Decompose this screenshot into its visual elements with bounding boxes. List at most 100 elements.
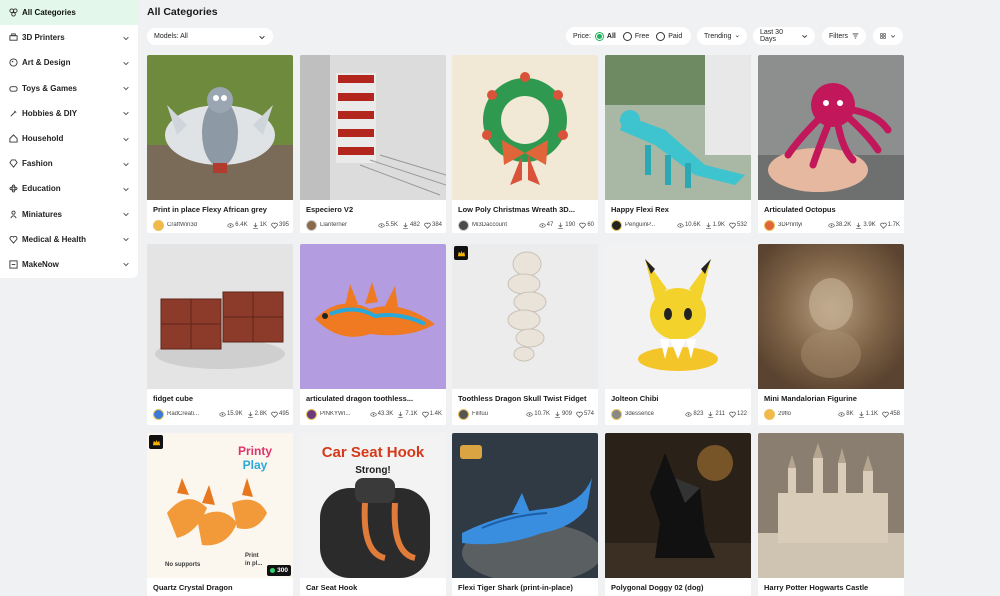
model-card[interactable]: Flexi Tiger Shark (print-in-place) bbox=[452, 433, 598, 596]
model-thumbnail[interactable] bbox=[452, 244, 598, 389]
model-title[interactable]: Especiero V2 bbox=[306, 205, 440, 214]
model-thumbnail[interactable] bbox=[300, 244, 446, 389]
chevron-down-icon[interactable] bbox=[122, 135, 130, 143]
sidebar-item-education[interactable]: Education bbox=[0, 176, 138, 201]
author-name[interactable]: 3DPrintyi bbox=[778, 222, 824, 228]
model-thumbnail[interactable] bbox=[147, 55, 293, 200]
price-option-paid[interactable]: Paid bbox=[656, 31, 682, 41]
sidebar-item-household[interactable]: Household bbox=[0, 126, 138, 151]
sidebar-item-art-design[interactable]: Art & Design bbox=[0, 50, 138, 75]
likes-stat[interactable]: 60 bbox=[579, 222, 594, 229]
model-title[interactable]: Mini Mandalorian Figurine bbox=[764, 394, 898, 403]
sidebar-item-all-categories[interactable]: All Categories bbox=[0, 0, 138, 26]
model-thumbnail[interactable] bbox=[758, 55, 904, 200]
sidebar-item-medical-health[interactable]: Medical & Health bbox=[0, 227, 138, 252]
avatar[interactable] bbox=[306, 219, 317, 231]
model-card[interactable]: fidget cube RadCreati... 15.9K 2.8K 495 bbox=[147, 244, 293, 425]
period-dropdown[interactable]: Last 30 Days bbox=[753, 27, 815, 45]
chevron-down-icon[interactable] bbox=[122, 59, 130, 67]
likes-stat[interactable]: 384 bbox=[424, 222, 442, 229]
model-card[interactable]: Polygonal Doggy 02 (dog) bbox=[605, 433, 751, 596]
models-select[interactable]: Models: All bbox=[147, 28, 273, 45]
likes-stat[interactable]: 1.4K bbox=[421, 411, 442, 418]
likes-stat[interactable]: 458 bbox=[882, 411, 900, 418]
avatar[interactable] bbox=[611, 408, 622, 420]
sidebar-item-fashion[interactable]: Fashion bbox=[0, 151, 138, 176]
model-thumbnail[interactable] bbox=[300, 55, 446, 200]
avatar[interactable] bbox=[764, 408, 775, 420]
author-name[interactable]: PINKYWI... bbox=[320, 411, 366, 417]
model-thumbnail[interactable] bbox=[605, 55, 751, 200]
price-option-all[interactable]: All bbox=[594, 31, 616, 41]
model-title[interactable]: Quartz Crystal Dragon bbox=[153, 583, 287, 592]
sidebar-item-toys-games[interactable]: Toys & Games bbox=[0, 76, 138, 101]
model-title[interactable]: Harry Potter Hogwarts Castle bbox=[764, 583, 898, 592]
model-title[interactable]: Print in place Flexy African grey bbox=[153, 205, 287, 214]
model-title[interactable]: Car Seat Hook bbox=[306, 583, 440, 592]
model-card[interactable]: Jolteon Chibi 3dessence 823 211 122 bbox=[605, 244, 751, 425]
sidebar-item-makenow[interactable]: MakeNow bbox=[0, 252, 138, 277]
model-title[interactable]: Flexi Tiger Shark (print-in-place) bbox=[458, 583, 592, 592]
model-thumbnail[interactable] bbox=[758, 433, 904, 578]
likes-stat[interactable]: 122 bbox=[729, 411, 747, 418]
model-title[interactable]: fidget cube bbox=[153, 394, 287, 403]
avatar[interactable] bbox=[458, 408, 469, 420]
likes-stat[interactable]: 1.7K bbox=[879, 222, 900, 229]
sidebar-item-miniatures[interactable]: Miniatures bbox=[0, 202, 138, 227]
model-card[interactable]: Printy Play No supports Print in pl... 300 Q… bbox=[147, 433, 293, 596]
model-title[interactable]: Toothless Dragon Skull Twist Fidget bbox=[458, 394, 592, 403]
chevron-down-icon[interactable] bbox=[122, 84, 130, 92]
author-name[interactable]: Mi3Daccount bbox=[472, 222, 535, 228]
model-title[interactable]: Polygonal Doggy 02 (dog) bbox=[611, 583, 745, 592]
chevron-down-icon[interactable] bbox=[122, 235, 130, 243]
model-card[interactable]: Low Poly Christmas Wreath 3D... Mi3Dacco… bbox=[452, 55, 598, 233]
likes-stat[interactable]: 532 bbox=[729, 222, 747, 229]
model-thumbnail[interactable] bbox=[605, 433, 751, 578]
chevron-down-icon[interactable] bbox=[122, 109, 130, 117]
model-title[interactable]: Jolteon Chibi bbox=[611, 394, 745, 403]
likes-stat[interactable]: 495 bbox=[271, 411, 289, 418]
author-name[interactable]: PenguinP... bbox=[625, 222, 673, 228]
author-name[interactable]: 29flo bbox=[778, 411, 834, 417]
filters-button[interactable]: Filters bbox=[822, 27, 866, 45]
model-thumbnail[interactable] bbox=[605, 244, 751, 389]
sidebar-item-hobbies-diy[interactable]: Hobbies & DIY bbox=[0, 101, 138, 126]
model-card[interactable]: Harry Potter Hogwarts Castle bbox=[758, 433, 904, 596]
likes-stat[interactable]: 574 bbox=[576, 411, 594, 418]
sidebar-item-3d-printers[interactable]: 3D Printers bbox=[0, 25, 138, 50]
model-title[interactable]: Happy Flexi Rex bbox=[611, 205, 745, 214]
model-title[interactable]: articulated dragon toothless... bbox=[306, 394, 440, 403]
model-thumbnail[interactable] bbox=[452, 55, 598, 200]
author-name[interactable]: 3dessence bbox=[625, 411, 681, 417]
author-name[interactable]: Filifuu bbox=[472, 411, 522, 417]
chevron-down-icon[interactable] bbox=[122, 185, 130, 193]
author-name[interactable]: Llanterner bbox=[320, 222, 374, 228]
model-thumbnail[interactable] bbox=[758, 244, 904, 389]
model-card[interactable]: Especiero V2 Llanterner 5.5K 482 384 bbox=[300, 55, 446, 233]
avatar[interactable] bbox=[306, 408, 317, 420]
model-card[interactable]: Print in place Flexy African grey CraftW… bbox=[147, 55, 293, 233]
avatar[interactable] bbox=[153, 408, 164, 420]
avatar[interactable] bbox=[611, 219, 622, 231]
model-card[interactable]: Happy Flexi Rex PenguinP... 10.6K 1.9K 5… bbox=[605, 55, 751, 233]
model-card[interactable]: Articulated Octopus 3DPrintyi 38.2K 3.9K… bbox=[758, 55, 904, 233]
model-card[interactable]: articulated dragon toothless... PINKYWI.… bbox=[300, 244, 446, 425]
model-title[interactable]: Articulated Octopus bbox=[764, 205, 898, 214]
price-option-free[interactable]: Free bbox=[622, 31, 649, 41]
model-card[interactable]: Car Seat Hook Strong! Car Seat Hook bbox=[300, 433, 446, 596]
chevron-down-icon[interactable] bbox=[122, 160, 130, 168]
model-thumbnail[interactable]: Car Seat Hook Strong! bbox=[300, 433, 446, 578]
likes-stat[interactable]: 395 bbox=[271, 222, 289, 229]
model-card[interactable]: Mini Mandalorian Figurine 29flo 8K 1.1K … bbox=[758, 244, 904, 425]
chevron-down-icon[interactable] bbox=[122, 260, 130, 268]
author-name[interactable]: RadCreati... bbox=[167, 411, 215, 417]
avatar[interactable] bbox=[458, 219, 469, 231]
model-thumbnail[interactable] bbox=[452, 433, 598, 578]
sort-dropdown[interactable]: Trending bbox=[697, 27, 747, 45]
chevron-down-icon[interactable] bbox=[122, 210, 130, 218]
view-toggle-button[interactable] bbox=[873, 27, 903, 45]
avatar[interactable] bbox=[764, 219, 775, 231]
model-card[interactable]: Toothless Dragon Skull Twist Fidget Fili… bbox=[452, 244, 598, 425]
model-title[interactable]: Low Poly Christmas Wreath 3D... bbox=[458, 205, 592, 214]
author-name[interactable]: CraftWin3d bbox=[167, 222, 223, 228]
